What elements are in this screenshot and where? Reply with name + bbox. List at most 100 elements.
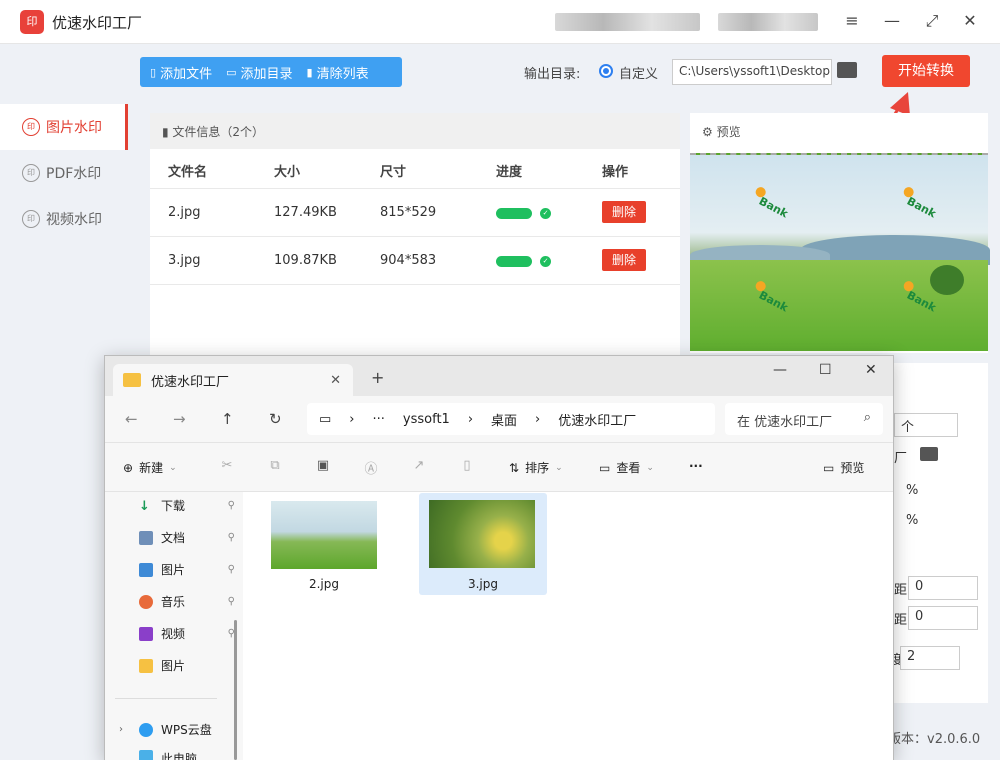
chevron-right-icon[interactable]: › <box>119 724 123 735</box>
chevron-right-icon: › <box>467 411 474 427</box>
address-bar[interactable]: ▭ › ··· yssoft1 › 桌面 › 优速水印工厂 <box>307 403 715 435</box>
folder-icon <box>123 373 141 387</box>
preview-pane-button[interactable]: ▭ 预览 <box>823 459 864 476</box>
copy-icon[interactable]: ⧉ <box>267 458 283 474</box>
nav-item-wps-cloud[interactable]: › WPS云盘 <box>119 721 229 738</box>
spacing-input[interactable]: 0 <box>908 576 978 600</box>
sidebar-item-video-watermark[interactable]: 印 视频水印 <box>0 196 128 242</box>
back-icon[interactable]: ← <box>125 410 138 428</box>
up-icon[interactable]: ↑ <box>221 410 234 428</box>
download-icon: ↓ <box>139 498 150 514</box>
trash-icon: ▮ <box>306 65 313 79</box>
clear-list-button[interactable]: ▮ 清除列表 <box>307 63 369 82</box>
pin-icon: ⚲ <box>227 596 235 607</box>
breadcrumb-item[interactable]: 桌面 <box>491 410 517 429</box>
custom-dir-radio[interactable] <box>599 64 613 78</box>
settings-fragment: 距 <box>894 613 908 628</box>
nav-item-this-pc[interactable]: 此电脑 <box>139 750 229 760</box>
search-box[interactable]: 在 优速水印工厂 ⌕ <box>725 403 883 435</box>
number-input[interactable]: 2 <box>900 646 960 670</box>
output-dir-label: 输出目录: <box>524 67 581 82</box>
file-item[interactable]: 2.jpg <box>271 501 377 591</box>
nav-item-music[interactable]: 音乐 ⚲ <box>139 593 235 610</box>
preview-title-label: 预览 <box>716 125 741 139</box>
cut-icon[interactable]: ✂ <box>219 458 235 474</box>
breadcrumb-item[interactable]: 优速水印工厂 <box>558 410 636 429</box>
close-button[interactable]: ✕ <box>865 362 877 378</box>
file-info-panel: ▮ 文件信息（2个） 文件名 大小 尺寸 进度 操作 2.jpg 127.49K… <box>150 113 680 360</box>
divider <box>115 698 217 699</box>
nav-item-downloads[interactable]: ↓ 下载 ⚲ <box>139 497 235 514</box>
settings-select[interactable]: 个 <box>894 413 958 437</box>
file-item-selected[interactable]: 3.jpg <box>419 493 547 595</box>
browse-folder-icon[interactable] <box>837 62 857 78</box>
add-file-button[interactable]: ▯ 添加文件 <box>150 63 212 82</box>
forward-icon[interactable]: → <box>173 410 186 428</box>
title-bar: 印 优速水印工厂 ≡ — ⤢ ✕ <box>0 0 1000 44</box>
explorer-tab[interactable]: 优速水印工厂 ✕ <box>113 364 353 396</box>
add-directory-button[interactable]: ▭ 添加目录 <box>226 63 292 82</box>
percent-label: % <box>906 483 919 498</box>
spacing-input[interactable]: 0 <box>908 606 978 630</box>
nav-item-label: 图片 <box>161 659 186 673</box>
refresh-icon[interactable]: ↻ <box>269 410 282 428</box>
close-button[interactable]: ✕ <box>958 9 982 33</box>
minimize-button[interactable]: — <box>773 362 787 378</box>
view-button[interactable]: ▭ 查看 ⌄ <box>599 459 654 476</box>
tree-shape <box>930 265 964 295</box>
watermark-mark: Bank <box>904 194 939 221</box>
menu-icon[interactable]: ≡ <box>840 9 864 33</box>
sidebar-item-pdf-watermark[interactable]: 印 PDF水印 <box>0 150 128 196</box>
new-tab-button[interactable]: + <box>371 368 384 387</box>
explorer-command-bar: ⊕ 新建 ⌄ ✂ ⧉ ▣ Ⓐ ↗ ▯ ⇅ 排序 ⌄ ▭ 查看 ⌄ ··· ▭ 预览 <box>105 442 893 492</box>
gear-icon: ⚙ <box>702 125 717 139</box>
more-options-button[interactable]: ··· <box>689 459 703 473</box>
column-header-action: 操作 <box>602 165 629 180</box>
close-tab-icon[interactable]: ✕ <box>330 373 341 388</box>
rename-icon[interactable]: Ⓐ <box>363 458 379 477</box>
video-icon <box>139 626 153 641</box>
file-name: 3.jpg <box>467 577 499 591</box>
add-file-label: 添加文件 <box>160 66 213 82</box>
share-icon[interactable]: ↗ <box>411 458 427 474</box>
maximize-button[interactable]: ⤢ <box>920 9 944 33</box>
nav-item-documents[interactable]: 文档 ⚲ <box>139 529 235 546</box>
delete-button[interactable]: 删除 <box>602 201 646 223</box>
delete-icon[interactable]: ▯ <box>459 458 475 474</box>
sort-button[interactable]: ⇅ 排序 ⌄ <box>509 459 563 476</box>
new-button[interactable]: ⊕ 新建 ⌄ <box>123 459 177 476</box>
file-thumbnail <box>271 501 377 569</box>
picture-icon <box>139 562 153 577</box>
nav-item-label: 文档 <box>161 531 186 545</box>
percent-label: % <box>906 513 919 528</box>
pin-icon: ⚲ <box>227 564 235 575</box>
nav-item-pictures[interactable]: 图片 ⚲ <box>139 561 235 578</box>
minimize-button[interactable]: — <box>880 9 904 33</box>
file-name: 2.jpg <box>168 205 201 220</box>
breadcrumb-item[interactable]: yssoft1 <box>403 412 450 427</box>
nav-item-pictures-folder[interactable]: 图片 <box>139 657 229 674</box>
maximize-button[interactable]: ☐ <box>819 362 832 378</box>
document-icon <box>139 530 153 545</box>
paste-icon[interactable]: ▣ <box>315 458 331 474</box>
file-name: 2.jpg <box>308 577 340 591</box>
sidebar-item-image-watermark[interactable]: 印 图片水印 <box>0 104 128 150</box>
settings-fragment: 距 <box>894 583 908 598</box>
column-header-progress: 进度 <box>496 165 523 180</box>
chevron-down-icon: ⌄ <box>646 462 654 473</box>
file-icon: ▯ <box>150 65 157 79</box>
pin-icon: ⚲ <box>227 532 235 543</box>
nav-item-label: 图片 <box>161 563 186 577</box>
folder-icon[interactable] <box>920 447 938 461</box>
search-icon: ⌕ <box>863 410 871 425</box>
more-icon[interactable]: ··· <box>373 412 385 427</box>
nav-item-videos[interactable]: 视频 ⚲ <box>139 625 235 642</box>
scrollbar-thumb[interactable] <box>234 620 237 760</box>
output-path-input[interactable]: C:\Users\yssoft1\Desktop <box>672 59 832 85</box>
delete-button[interactable]: 删除 <box>602 249 646 271</box>
music-icon <box>139 594 153 609</box>
preview-image: Bank Bank Bank Bank <box>690 153 990 351</box>
preview-label: 预览 <box>840 461 865 475</box>
file-size: 109.87KB <box>274 253 337 268</box>
start-convert-button[interactable]: 开始转换 <box>882 55 970 87</box>
